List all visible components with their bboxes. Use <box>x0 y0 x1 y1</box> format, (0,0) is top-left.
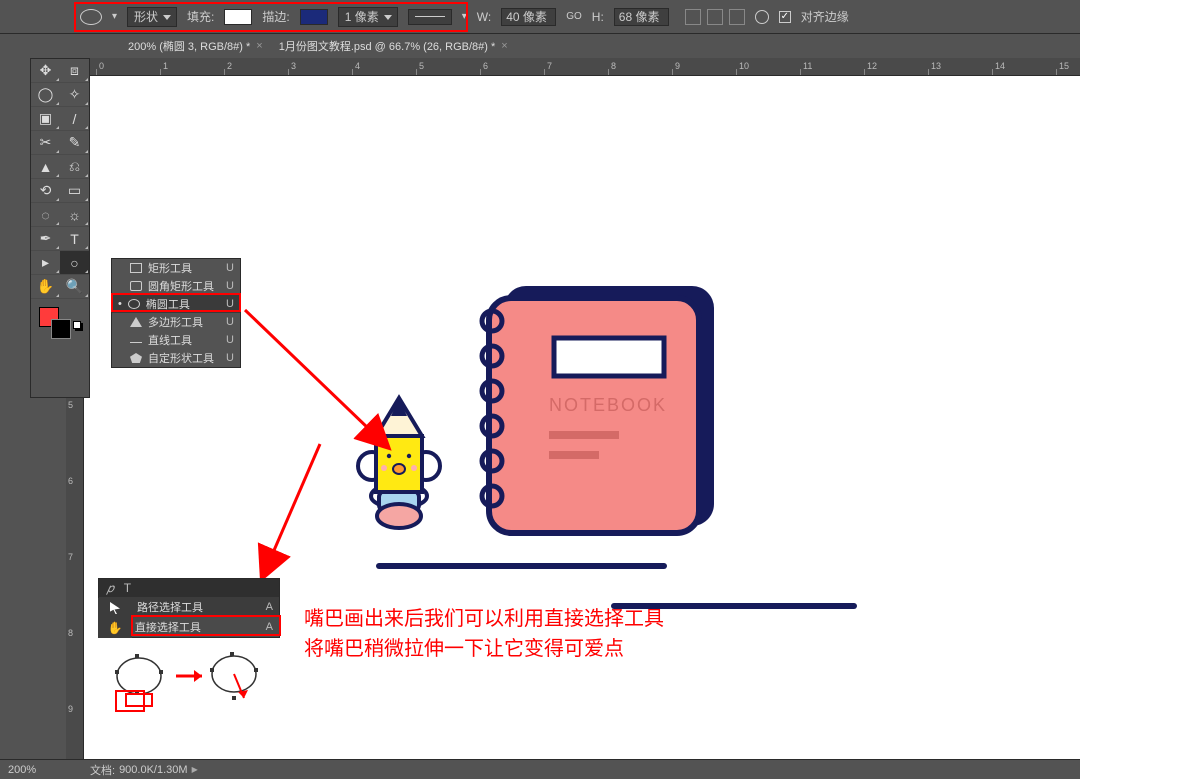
h-label: H: <box>592 10 604 24</box>
shape-flyout-ellipse[interactable]: •椭圆工具U <box>112 295 240 313</box>
shape-options-gear-icon[interactable] <box>755 10 769 24</box>
tool-crop[interactable]: ▣ <box>31 107 60 131</box>
zoom-level[interactable]: 200% <box>0 764 60 776</box>
active-tool-ellipse-icon[interactable] <box>80 9 102 25</box>
stroke-label: 描边: <box>262 8 289 25</box>
stroke-style-select[interactable] <box>408 9 452 25</box>
selection-tool-side-icons: ✋ <box>98 598 132 638</box>
photoshop-window: ▾ 形状 填充: 描边: 1 像素 ▾ W: 40 像素 GO H: 68 像素… <box>0 0 1080 779</box>
tool-history[interactable]: ⟲ <box>31 179 60 203</box>
fill-swatch[interactable] <box>224 9 252 25</box>
align-edges-checkbox[interactable]: ✓ <box>779 11 791 23</box>
tool-ellipse[interactable]: ○ <box>60 251 89 275</box>
doc-tab-2[interactable]: 1月份图文教程.psd @ 66.7% (26, RGB/8#) *× <box>279 38 508 54</box>
tool-eraser[interactable]: ▭ <box>60 179 89 203</box>
path-align-icon[interactable] <box>707 9 723 25</box>
shape-flyout-custom[interactable]: 自定形状工具U <box>112 349 240 367</box>
tool-pen[interactable]: ✒ <box>31 227 60 251</box>
shape-mode-select[interactable]: 形状 <box>127 7 177 27</box>
w-label: W: <box>477 10 491 24</box>
shape-tool-flyout: 矩形工具U圆角矩形工具U•椭圆工具U多边形工具U直线工具U自定形状工具U <box>111 258 241 368</box>
shape-flyout-rrect[interactable]: 圆角矩形工具U <box>112 277 240 295</box>
tool-path[interactable]: ▸ <box>31 251 60 275</box>
shape-flyout-poly[interactable]: 多边形工具U <box>112 313 240 331</box>
annotation-text: 嘴巴画出来后我们可以利用直接选择工具 将嘴巴稍微拉伸一下让它变得可爱点 <box>304 604 664 664</box>
tool-zoom[interactable]: 🔍 <box>60 275 89 299</box>
width-field[interactable]: 40 像素 <box>501 8 556 26</box>
doc-tab-1[interactable]: 200% (椭圆 3, RGB/8#) *× <box>128 38 263 54</box>
align-buttons <box>685 9 745 25</box>
document-info[interactable]: 文档:900.0K/1.30M ▶ <box>90 762 198 778</box>
tool-brush[interactable]: ▲ <box>31 155 60 179</box>
shape-flyout-line[interactable]: 直线工具U <box>112 331 240 349</box>
tool-panel: ✥⧈◯✧▣/✂✎▲⎌⟲▭◌☼✒T▸○✋🔍 <box>30 58 90 398</box>
link-wh-icon[interactable]: GO <box>566 11 582 22</box>
tool-artboard[interactable]: ⧈ <box>60 59 89 83</box>
info-dropdown-icon[interactable]: ▶ <box>192 765 198 774</box>
tool-stamp[interactable]: ⎌ <box>60 155 89 179</box>
stroke-width-select[interactable]: 1 像素 <box>338 7 398 27</box>
path-arrange-icon[interactable] <box>729 9 745 25</box>
fill-label: 填充: <box>187 8 214 25</box>
stroke-style-dropdown-icon[interactable]: ▾ <box>462 11 467 22</box>
path-select-icon[interactable] <box>110 602 120 614</box>
path-operations-icon[interactable] <box>685 9 701 25</box>
tool-type[interactable]: T <box>60 227 89 251</box>
tool-lasso[interactable]: ◯ <box>31 83 60 107</box>
document-tabs: 200% (椭圆 3, RGB/8#) *× 1月份图文教程.psd @ 66.… <box>128 34 508 58</box>
tool-blur[interactable]: ◌ <box>31 203 60 227</box>
align-edges-label: 对齐边缘 <box>801 8 849 25</box>
default-swatches-icon[interactable] <box>73 321 81 329</box>
tool-preset-dropdown-icon[interactable]: ▾ <box>112 11 117 22</box>
tool-dodge[interactable]: ☼ <box>60 203 89 227</box>
tool-move[interactable]: ✥ <box>31 59 60 83</box>
bezier-demo <box>104 646 264 716</box>
tool-brush-heal[interactable]: ✎ <box>60 131 89 155</box>
stroke-swatch[interactable] <box>300 9 328 25</box>
shape-flyout-rect[interactable]: 矩形工具U <box>112 259 240 277</box>
horizontal-ruler[interactable]: 0123456789101112131415 <box>66 58 1080 76</box>
height-field[interactable]: 68 像素 <box>614 8 669 26</box>
fg-bg-swatches[interactable] <box>31 305 89 339</box>
notebook-label: NOTEBOOK <box>549 395 667 415</box>
background-swatch[interactable] <box>51 319 71 339</box>
tool-patch[interactable]: ✂ <box>31 131 60 155</box>
status-bar: 200% 文档:900.0K/1.30M ▶ <box>0 759 1080 779</box>
tool-eyedrop[interactable]: / <box>60 107 89 131</box>
tool-hand[interactable]: ✋ <box>31 275 60 299</box>
close-icon[interactable]: × <box>501 40 507 52</box>
options-bar: ▾ 形状 填充: 描边: 1 像素 ▾ W: 40 像素 GO H: 68 像素… <box>0 0 1080 34</box>
close-icon[interactable]: × <box>256 40 262 52</box>
tool-wand[interactable]: ✧ <box>60 83 89 107</box>
